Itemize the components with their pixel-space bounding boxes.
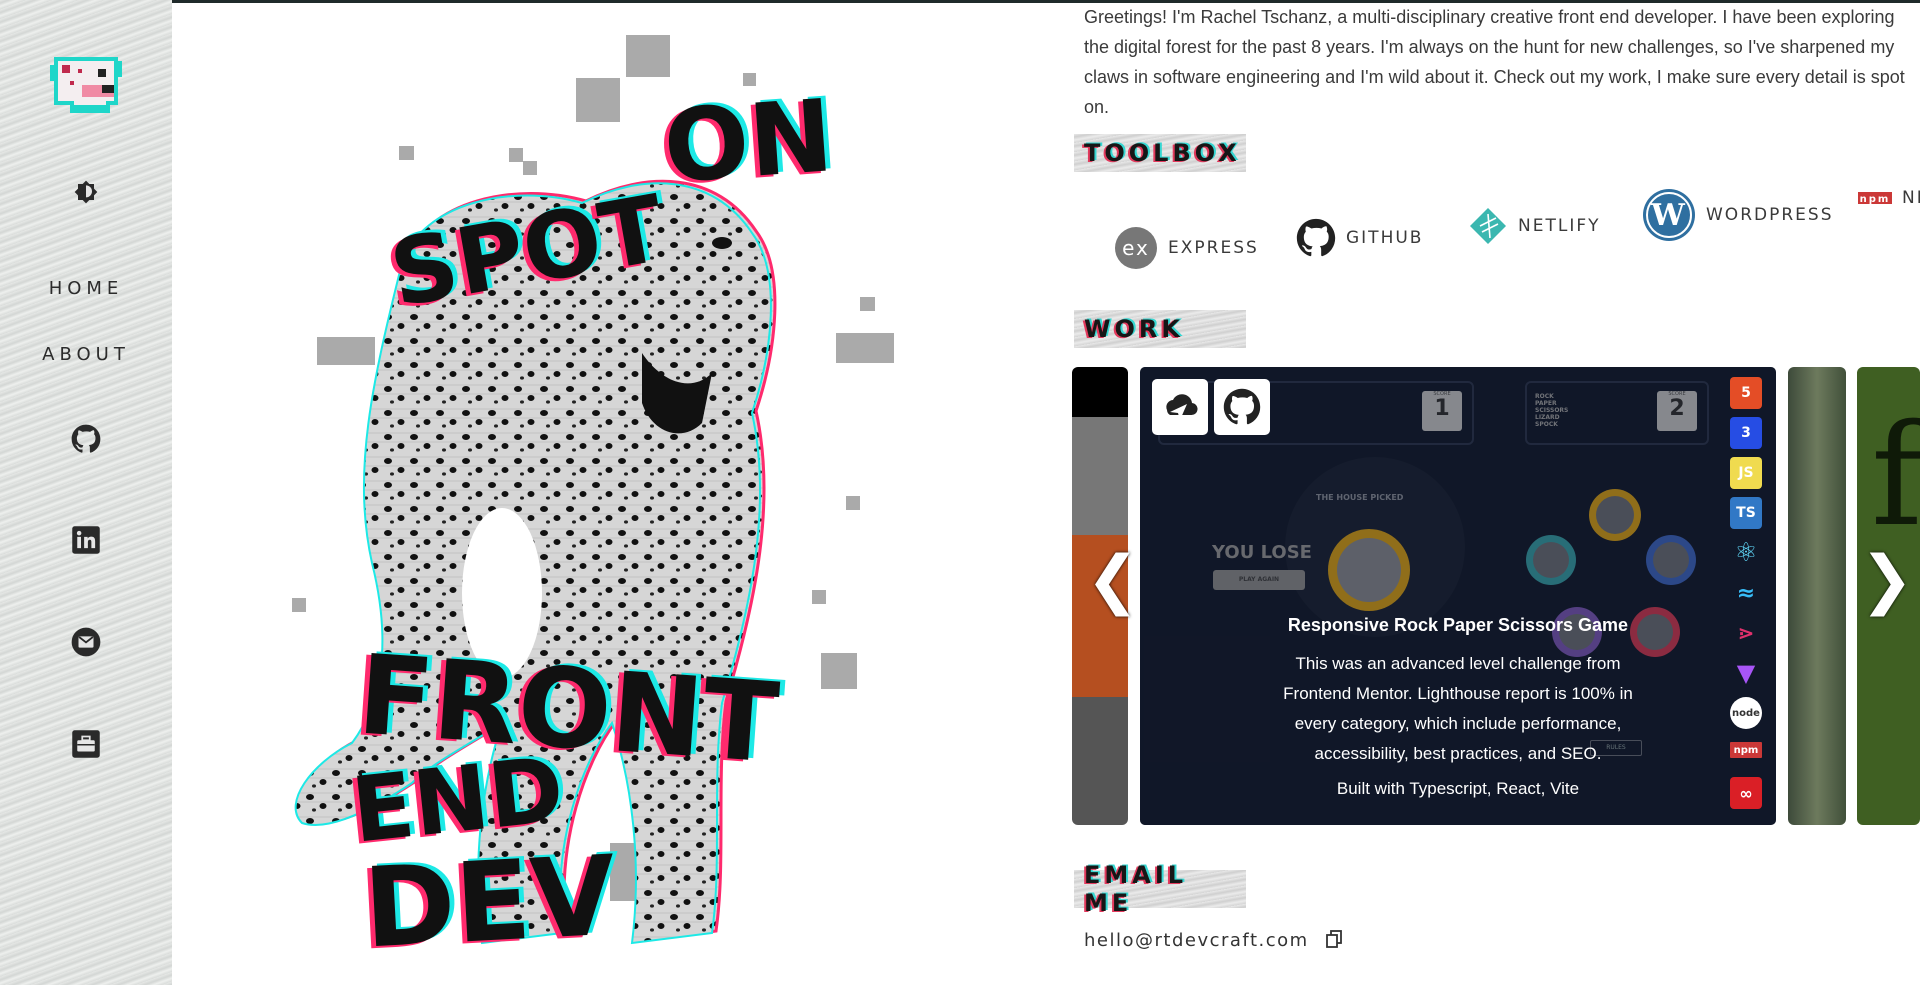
github-icon <box>1223 388 1261 425</box>
linkedin-link[interactable] <box>70 524 102 556</box>
node-icon: node <box>1730 697 1762 729</box>
tailwind-icon: ≈ <box>1736 580 1756 606</box>
copy-icon[interactable] <box>1326 930 1342 948</box>
sidebar: HOME ABOUT <box>0 0 172 985</box>
briefcase-icon <box>72 730 100 758</box>
express-icon: ex <box>1115 227 1157 269</box>
email-row: hello@rtdevcraft.com <box>1084 930 1342 951</box>
card-letter: f <box>1871 395 1920 558</box>
github-icon <box>1296 218 1336 257</box>
next-project-card[interactable] <box>1788 367 1846 825</box>
live-site-button[interactable] <box>1152 379 1208 435</box>
css3-icon: 3 <box>1730 417 1762 449</box>
tool-github: GITHUB <box>1296 218 1423 258</box>
npm-icon: npm <box>1730 742 1762 758</box>
portfolio-link[interactable] <box>70 728 102 760</box>
tool-netlify: NETLIFY <box>1468 206 1601 246</box>
live-site-icon <box>1166 394 1198 420</box>
hero-word-on: ON <box>660 77 837 206</box>
project-card[interactable]: SCORE 1 ROCK PAPER SCISSORS LIZARD SPOCK… <box>1140 367 1776 825</box>
glitch-pixel <box>576 78 620 122</box>
react-icon: ⚛ <box>1734 538 1758 568</box>
logo[interactable] <box>0 48 172 122</box>
github-icon <box>71 424 101 453</box>
tool-label: WORDPRESS <box>1706 205 1834 225</box>
pixel-cheetah-logo-icon <box>50 57 122 113</box>
tool-label: EXPRESS <box>1168 238 1259 258</box>
repo-button[interactable] <box>1214 379 1270 435</box>
hero-word-dev: DEV <box>360 831 619 973</box>
email-icon <box>71 627 101 657</box>
tool-label: NP <box>1902 188 1920 208</box>
wordpress-icon: W <box>1643 189 1695 241</box>
project-title: Responsive Rock Paper Scissors Game <box>1287 615 1629 635</box>
email-heading: EMAIL ME <box>1074 861 1246 917</box>
tool-express: ex EXPRESS <box>1114 226 1259 270</box>
html5-icon: 5 <box>1730 377 1762 409</box>
glitch-pixel <box>626 35 670 77</box>
main-content: Greetings! I'm Rachel Tschanz, a multi-d… <box>1072 0 1920 985</box>
netlify-icon <box>1470 208 1506 244</box>
toolbox-heading: TOOLBOX <box>1074 134 1246 172</box>
brightness-icon <box>74 180 98 204</box>
carousel-next-button[interactable]: ❯ <box>1860 548 1914 612</box>
hero-section: SPOT ON FRONT END DEV <box>172 3 1072 985</box>
nav-home[interactable]: HOME <box>49 278 124 299</box>
email-address[interactable]: hello@rtdevcraft.com <box>1084 930 1309 951</box>
ts-icon: TS <box>1730 497 1762 529</box>
vite-icon: ▼ <box>1736 659 1756 687</box>
carousel-prev-button[interactable]: ❮ <box>1086 548 1140 612</box>
tool-label: NETLIFY <box>1518 216 1601 236</box>
linkedin-icon <box>72 526 100 554</box>
svg-text:ex: ex <box>1122 236 1150 260</box>
tool-label: GITHUB <box>1346 228 1424 248</box>
github-link[interactable] <box>70 423 102 455</box>
intro-text: Greetings! I'm Rachel Tschanz, a multi-d… <box>1084 7 1905 117</box>
tool-wordpress: W WORDPRESS <box>1642 188 1833 242</box>
nav-about[interactable]: ABOUT <box>42 344 130 365</box>
project-built-with: Built with Typescript, React, Vite <box>1336 779 1580 798</box>
svg-text:W: W <box>1650 198 1687 233</box>
tool-npm: npm NP <box>1858 188 1920 208</box>
work-heading: WORK <box>1074 310 1246 348</box>
theme-toggle-button[interactable] <box>70 176 102 208</box>
svg-text:npm: npm <box>1860 194 1891 205</box>
npm-icon: npm <box>1858 192 1892 205</box>
email-link[interactable] <box>70 626 102 658</box>
project-description: This was an advanced level challenge fro… <box>1283 654 1633 763</box>
js-icon: JS <box>1730 457 1762 489</box>
